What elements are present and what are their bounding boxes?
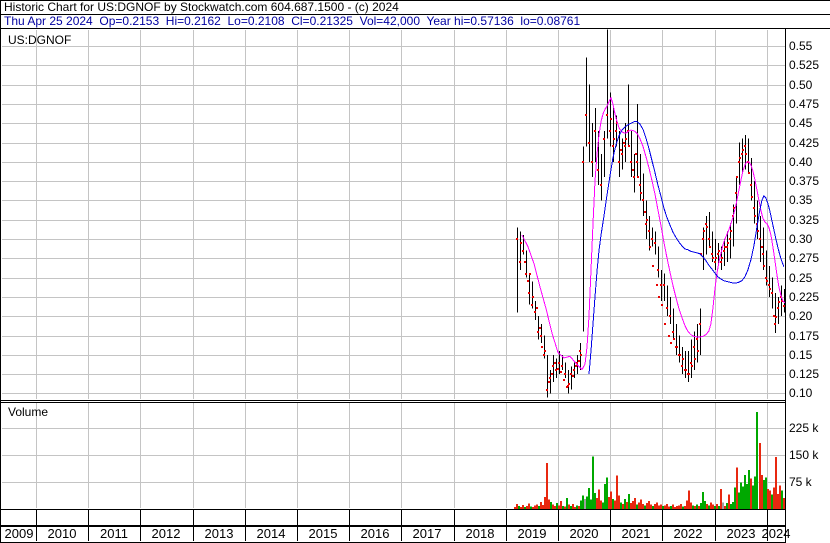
price-axis-tick: 0.375 xyxy=(789,174,820,188)
price-axis-tick: 0.10 xyxy=(789,386,813,400)
year-axis-label: 2023 xyxy=(726,526,756,541)
year-axis-label: 2014 xyxy=(256,526,286,541)
price-axis-tick: 0.15 xyxy=(789,348,813,362)
price-axis-tick: 0.425 xyxy=(789,136,820,150)
price-axis-tick: 0.525 xyxy=(789,58,820,72)
price-axis-tick: 0.50 xyxy=(789,78,813,92)
symbol-label: US:DGNOF xyxy=(8,33,72,47)
year-axis-label: 2024 xyxy=(761,526,791,541)
year-axis-label: 2013 xyxy=(204,526,234,541)
price-axis-tick: 0.275 xyxy=(789,251,820,265)
price-axis-tick: 0.20 xyxy=(789,309,813,323)
volume-panel-label: Volume xyxy=(8,405,49,419)
year-axis-label: 2020 xyxy=(569,526,599,541)
price-axis-tick: 0.30 xyxy=(789,232,813,246)
price-axis-tick: 0.175 xyxy=(789,329,820,343)
volume-axis-tick: 150 k xyxy=(789,448,819,462)
price-axis-tick: 0.35 xyxy=(789,193,813,207)
price-axis-tick: 0.55 xyxy=(789,39,813,53)
year-axis-label: 2011 xyxy=(100,526,128,541)
stockwatch-chart-window: Historic Chart for US:DGNOF by Stockwatc… xyxy=(0,0,830,543)
year-axis-label: 2009 xyxy=(4,526,34,541)
year-axis-label: 2022 xyxy=(673,526,703,541)
year-axis-label: 2010 xyxy=(47,526,77,541)
volume-axis-tick: 225 k xyxy=(789,421,819,435)
year-axis-label: 2015 xyxy=(308,526,338,541)
year-axis-label: 2021 xyxy=(621,526,651,541)
price-axis-tick: 0.475 xyxy=(789,97,820,111)
volume-axis-tick: 75 k xyxy=(789,475,812,489)
stock-chart-canvas xyxy=(0,0,830,543)
price-axis-tick: 0.45 xyxy=(789,116,813,130)
year-axis-label: 2018 xyxy=(465,526,495,541)
year-axis-label: 2016 xyxy=(360,526,390,541)
year-axis-label: 2012 xyxy=(151,526,181,541)
year-axis-label: 2019 xyxy=(517,526,547,541)
price-axis-tick: 0.225 xyxy=(789,290,820,304)
year-axis-label: 2017 xyxy=(412,526,442,541)
price-axis-tick: 0.40 xyxy=(789,155,813,169)
price-axis-tick: 0.325 xyxy=(789,213,820,227)
price-axis-tick: 0.125 xyxy=(789,367,820,381)
price-axis-tick: 0.25 xyxy=(789,271,813,285)
